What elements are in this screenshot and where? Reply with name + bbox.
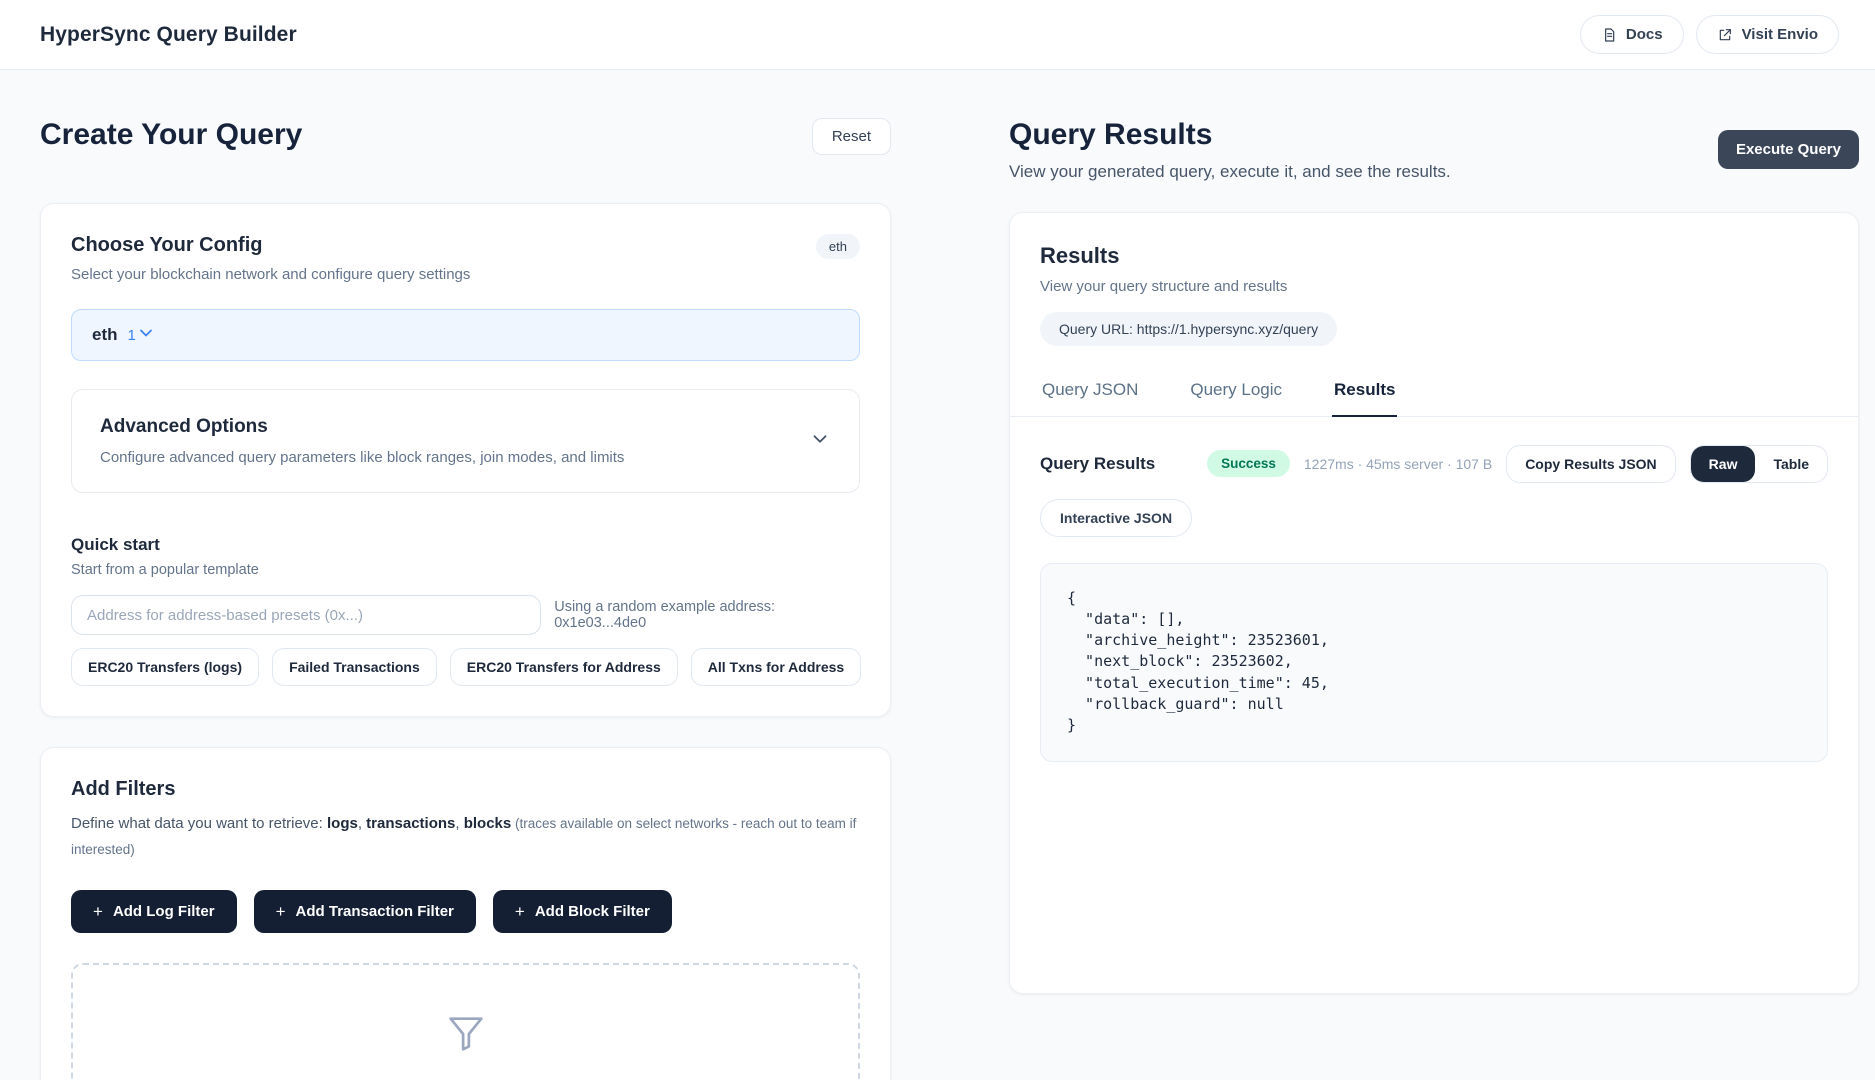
advanced-options-subtitle: Configure advanced query parameters like…	[100, 449, 624, 466]
query-results-label: Query Results	[1040, 454, 1155, 474]
results-json-content: { "data": [], "archive_height": 23523601…	[1067, 588, 1801, 737]
view-raw-toggle[interactable]: Raw	[1691, 446, 1756, 482]
query-url-badge: Query URL: https://1.hypersync.xyz/query	[1040, 312, 1337, 346]
filters-desc-transactions: transactions	[366, 815, 455, 832]
tab-query-logic[interactable]: Query Logic	[1188, 370, 1284, 417]
timing-text: 1227ms · 45ms server · 107 B	[1304, 456, 1492, 472]
config-card-titles: Choose Your Config Select your blockchai…	[71, 234, 470, 283]
preset-buttons: ERC20 Transfers (logs) Failed Transactio…	[71, 648, 860, 686]
view-table-toggle[interactable]: Table	[1755, 446, 1827, 482]
results-header: Query Results View your generated query,…	[1009, 118, 1859, 182]
add-block-filter-label: Add Block Filter	[535, 903, 650, 920]
reset-button[interactable]: Reset	[812, 118, 891, 155]
filters-card: Add Filters Define what data you want to…	[40, 747, 891, 1080]
filter-buttons: + Add Log Filter + Add Transaction Filte…	[71, 890, 860, 933]
preset-failed-transactions[interactable]: Failed Transactions	[272, 648, 437, 686]
advanced-options-toggle[interactable]: Advanced Options Configure advanced quer…	[71, 389, 860, 493]
visit-envio-button-label: Visit Envio	[1742, 26, 1818, 43]
network-select-id: 1	[128, 327, 136, 344]
chevron-down-icon	[809, 428, 831, 455]
add-block-filter-button[interactable]: + Add Block Filter	[493, 890, 672, 933]
quick-start-subtitle: Start from a popular template	[71, 562, 860, 578]
advanced-options-title: Advanced Options	[100, 416, 624, 438]
copy-results-json-button[interactable]: Copy Results JSON	[1506, 445, 1675, 483]
address-hint: Using a random example address: 0x1e03..…	[554, 599, 860, 631]
plus-icon: +	[515, 903, 525, 920]
add-transaction-filter-label: Add Transaction Filter	[296, 903, 454, 920]
advanced-options-titles: Advanced Options Configure advanced quer…	[100, 416, 624, 466]
add-transaction-filter-button[interactable]: + Add Transaction Filter	[254, 890, 476, 933]
results-card-title: Results	[1040, 243, 1828, 269]
header-actions: Docs Visit Envio	[1580, 15, 1839, 54]
document-icon	[1601, 27, 1617, 43]
plus-icon: +	[93, 903, 103, 920]
add-log-filter-label: Add Log Filter	[113, 903, 215, 920]
network-badge: eth	[816, 234, 860, 259]
query-results-panel: Query Results View your generated query,…	[1009, 118, 1859, 1080]
plus-icon: +	[276, 903, 286, 920]
preset-all-txns-address[interactable]: All Txns for Address	[691, 648, 861, 686]
results-card-subtitle: View your query structure and results	[1040, 278, 1828, 295]
results-toolbar: Query Results Success 1227ms · 45ms serv…	[1040, 445, 1828, 483]
network-select[interactable]: eth 1	[71, 309, 860, 361]
results-card: Results View your query structure and re…	[1009, 212, 1859, 994]
quick-start-section: Quick start Start from a popular templat…	[71, 535, 860, 686]
results-panel-title: Query Results	[1009, 118, 1451, 153]
filters-description: Define what data you want to retrieve: l…	[71, 811, 861, 864]
filters-title: Add Filters	[71, 778, 860, 801]
preset-erc20-transfers-address[interactable]: ERC20 Transfers for Address	[450, 648, 678, 686]
filters-desc-blocks: blocks	[464, 815, 512, 832]
status-badge: Success	[1207, 450, 1290, 477]
builder-title: Create Your Query	[40, 118, 302, 153]
app-title: HyperSync Query Builder	[40, 23, 297, 47]
results-header-titles: Query Results View your generated query,…	[1009, 118, 1451, 182]
config-subtitle: Select your blockchain network and confi…	[71, 266, 470, 283]
config-card-header: Choose Your Config Select your blockchai…	[71, 234, 860, 283]
execute-query-button[interactable]: Execute Query	[1718, 130, 1859, 169]
network-select-name: eth	[92, 325, 118, 345]
preset-erc20-transfers-logs[interactable]: ERC20 Transfers (logs)	[71, 648, 259, 686]
filters-desc-logs: logs	[327, 815, 358, 832]
config-card: Choose Your Config Select your blockchai…	[40, 203, 891, 717]
results-toolbar-actions: Success 1227ms · 45ms server · 107 B Cop…	[1207, 445, 1828, 483]
tab-query-json[interactable]: Query JSON	[1040, 370, 1140, 417]
add-log-filter-button[interactable]: + Add Log Filter	[71, 890, 237, 933]
chevron-down-icon	[136, 323, 156, 348]
quick-start-title: Quick start	[71, 535, 860, 555]
main-content: Create Your Query Reset Choose Your Conf…	[0, 70, 1875, 1080]
docs-button[interactable]: Docs	[1580, 15, 1684, 54]
results-json-block: { "data": [], "archive_height": 23523601…	[1040, 563, 1828, 762]
external-link-icon	[1717, 27, 1733, 43]
quick-start-input-row: Using a random example address: 0x1e03..…	[71, 595, 860, 635]
visit-envio-button[interactable]: Visit Envio	[1696, 15, 1839, 54]
builder-header: Create Your Query Reset	[40, 118, 891, 155]
funnel-icon	[443, 1044, 489, 1061]
query-builder-panel: Create Your Query Reset Choose Your Conf…	[40, 118, 891, 1080]
results-tabs: Query JSON Query Logic Results	[1010, 370, 1858, 417]
app-header: HyperSync Query Builder Docs Visit Envio	[0, 0, 1875, 70]
tab-results[interactable]: Results	[1332, 370, 1397, 417]
address-input[interactable]	[71, 595, 541, 635]
config-title: Choose Your Config	[71, 234, 470, 257]
results-panel-subtitle: View your generated query, execute it, a…	[1009, 162, 1451, 182]
no-filters-placeholder: No filters added yet	[71, 963, 860, 1080]
docs-button-label: Docs	[1626, 26, 1663, 43]
view-mode-toggle: Raw Table	[1690, 445, 1828, 483]
interactive-json-button[interactable]: Interactive JSON	[1040, 499, 1192, 537]
